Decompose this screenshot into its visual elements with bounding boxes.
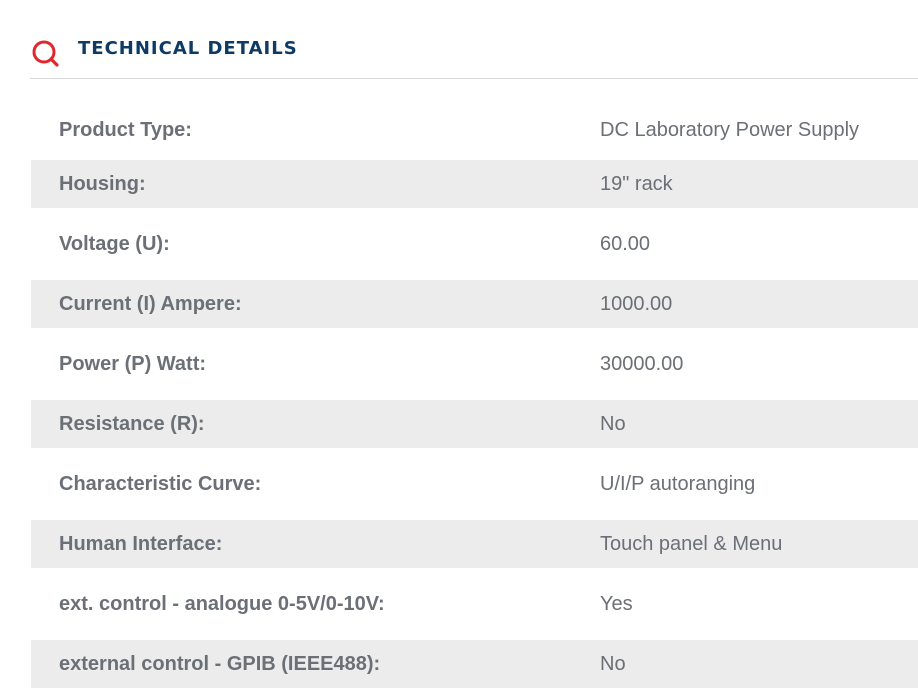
row-label: ext. control - analogue 0-5V/0-10V: xyxy=(59,592,385,615)
row-label: Power (P) Watt: xyxy=(59,352,207,375)
row-label: Characteristic Curve: xyxy=(59,472,262,495)
search-icon xyxy=(32,40,59,67)
table-row: external control - GPIB (IEEE488): No xyxy=(31,640,918,688)
row-value: Touch panel & Menu xyxy=(600,532,783,555)
row-value: No xyxy=(600,652,626,675)
table-row: Power (P) Watt: 30000.00 xyxy=(31,328,918,400)
row-value: 19" rack xyxy=(600,172,673,195)
technical-details-table: Product Type: DC Laboratory Power Supply… xyxy=(31,100,918,688)
row-value: DC Laboratory Power Supply xyxy=(600,118,860,141)
row-value: U/I/P autoranging xyxy=(600,472,756,495)
row-label: Housing: xyxy=(59,172,146,195)
row-value: No xyxy=(600,412,626,435)
technical-details-header: TECHNICAL DETAILS xyxy=(30,34,918,79)
row-label: Human Interface: xyxy=(59,532,223,555)
row-label: Product Type: xyxy=(59,118,192,141)
row-label: external control - GPIB (IEEE488): xyxy=(59,652,381,675)
table-row: Current (I) Ampere: 1000.00 xyxy=(31,280,918,328)
table-row: Housing: 19" rack xyxy=(31,160,918,208)
table-row: ext. control - analogue 0-5V/0-10V: Yes xyxy=(31,568,918,640)
row-label: Resistance (R): xyxy=(59,412,205,435)
table-row: Human Interface: Touch panel & Menu xyxy=(31,520,918,568)
table-row: Voltage (U): 60.00 xyxy=(31,208,918,280)
row-label: Current (I) Ampere: xyxy=(59,292,242,315)
row-value: 30000.00 xyxy=(600,352,684,375)
section-title: TECHNICAL DETAILS xyxy=(78,38,298,59)
table-row: Product Type: DC Laboratory Power Supply xyxy=(31,100,918,160)
table-row: Characteristic Curve: U/I/P autoranging xyxy=(31,448,918,520)
row-value: 1000.00 xyxy=(600,292,673,315)
table-row: Resistance (R): No xyxy=(31,400,918,448)
row-value: 60.00 xyxy=(600,232,651,255)
row-label: Voltage (U): xyxy=(59,232,170,255)
row-value: Yes xyxy=(600,592,633,615)
